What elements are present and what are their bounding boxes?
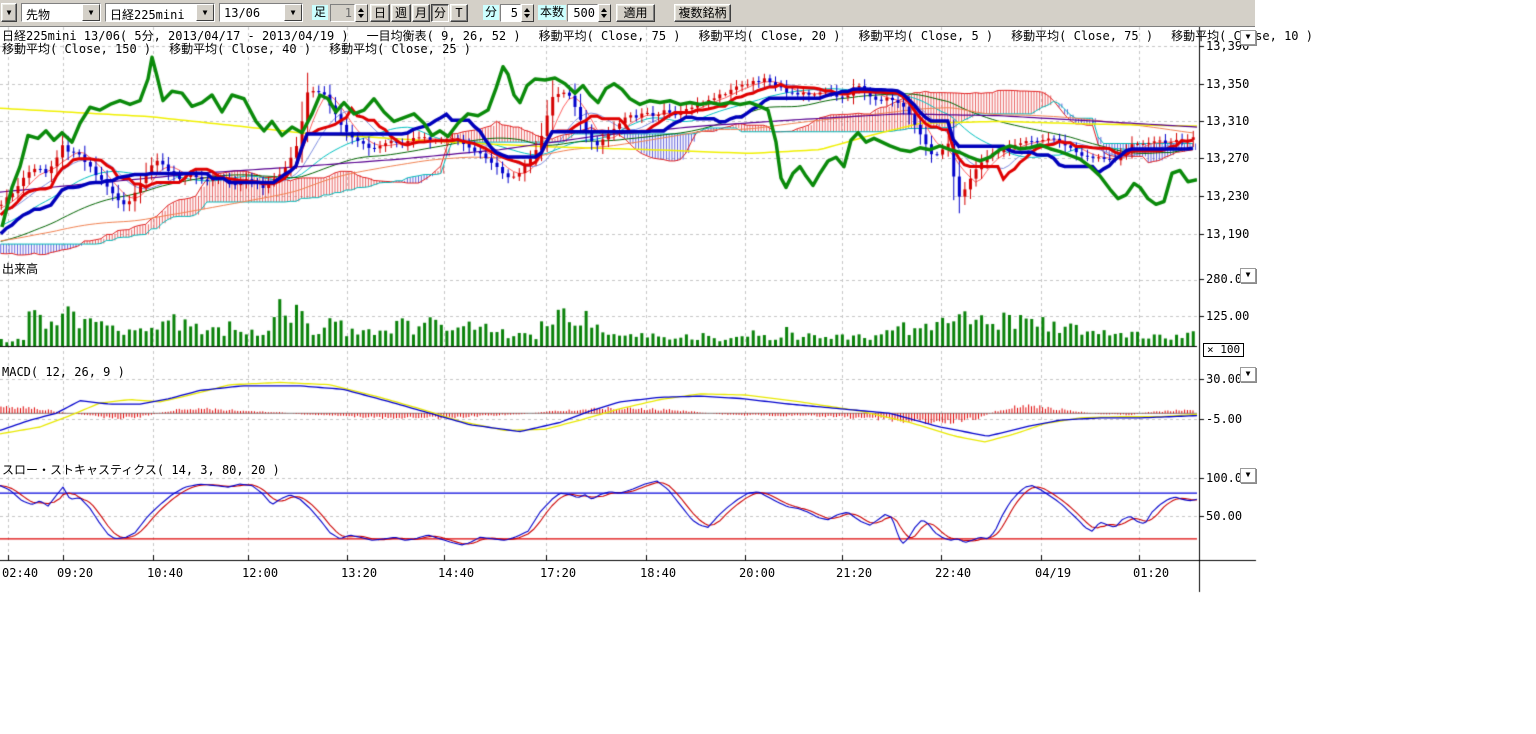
axis-value-label: 50.00 [1206,509,1242,523]
price-pane-menu-button[interactable]: ▼ [1240,30,1256,45]
axis-value-label: 30.00 [1206,372,1242,386]
symbol-combo-value: 日経225mini [106,4,196,21]
period-button-tick[interactable]: T [450,4,468,22]
bar-count-label: 本数 [538,5,566,20]
contract-month-combo[interactable]: 13/06 ▼ [219,3,303,22]
contract-month-combo-value: 13/06 [220,4,284,21]
time-axis-label[interactable]: 12:00 [242,566,278,580]
bar-count-stepper[interactable]: 500 [567,4,611,22]
legend-item: 移動平均( Close, 150 ) [2,42,151,56]
chevron-down-icon[interactable]: ▼ [284,4,302,21]
chevron-down-icon[interactable]: ▼ [82,4,100,21]
volume-pane-title: 出来高 [2,260,38,277]
time-axis-label[interactable]: 10:40 [147,566,183,580]
minute-stepper[interactable]: 5 [500,4,534,22]
spinner-buttons-icon[interactable] [598,4,611,22]
period-button-month[interactable]: 月 [412,4,430,22]
chevron-down-icon[interactable]: ▼ [196,4,214,21]
volume-multiplier-badge: × 100 [1203,343,1244,357]
collapse-dropdown-button[interactable]: ▼ [1,3,17,22]
axis-value-label: 13,350 [1206,77,1249,91]
legend-item: 移動平均( Close, 40 ) [169,42,311,56]
legend-item: 移動平均( Close, 75 ) [1011,29,1153,43]
bar-interval-stepper[interactable]: 1 [330,4,368,22]
legend-item: 移動平均( Close, 5 ) [858,29,993,43]
legend-line-2: 移動平均( Close, 150 ) 移動平均( Close, 40 ) 移動平均(… [2,40,489,57]
time-axis-label[interactable]: 17:20 [540,566,576,580]
time-axis-label[interactable]: 04/19 [1035,566,1071,580]
axis-value-label: 125.00 [1206,309,1249,323]
time-axis-label[interactable]: 18:40 [640,566,676,580]
time-axis-label[interactable]: 22:40 [935,566,971,580]
apply-button[interactable]: 適用 [616,4,655,22]
axis-value-label: 13,310 [1206,114,1249,128]
axis-value-label: 13,230 [1206,189,1249,203]
stochastics-pane-title: スロー・ストキャスティクス( 14, 3, 80, 20 ) [2,461,280,478]
bar-interval-value: 1 [330,4,355,22]
time-axis-label[interactable]: 02:40 [2,566,38,580]
minute-value: 5 [500,4,521,22]
toolbar: ▼ 先物 ▼ 日経225mini ▼ 13/06 ▼ 足 1 日週月分T 分 5… [0,0,1255,27]
symbol-combo[interactable]: 日経225mini ▼ [105,3,215,22]
chart-canvas[interactable] [0,0,1536,734]
macd-pane-menu-button[interactable]: ▼ [1240,367,1256,382]
market-combo[interactable]: 先物 ▼ [21,3,101,22]
time-axis-label[interactable]: 01:20 [1133,566,1169,580]
minute-label: 分 [483,5,499,20]
spinner-buttons-icon[interactable] [521,4,534,22]
time-axis-label[interactable]: 13:20 [341,566,377,580]
chart-application-window: ▼ 先物 ▼ 日経225mini ▼ 13/06 ▼ 足 1 日週月分T 分 5… [0,0,1536,734]
axis-value-label: 13,190 [1206,227,1249,241]
multi-symbol-button[interactable]: 複数銘柄 [674,4,731,22]
time-axis-label[interactable]: 21:20 [836,566,872,580]
time-axis-label[interactable]: 09:20 [57,566,93,580]
time-axis-label[interactable]: 20:00 [739,566,775,580]
volume-pane-menu-button[interactable]: ▼ [1240,268,1256,283]
period-button-minute[interactable]: 分 [431,4,449,22]
bar-count-value: 500 [567,4,598,22]
macd-pane-title: MACD( 12, 26, 9 ) [2,365,125,379]
stoch-pane-menu-button[interactable]: ▼ [1240,468,1256,483]
spinner-buttons-icon[interactable] [355,4,368,22]
period-button-week[interactable]: 週 [391,4,411,22]
market-combo-value: 先物 [22,4,82,21]
bar-type-label: 足 [312,5,328,20]
time-axis-label[interactable]: 14:40 [438,566,474,580]
legend-item: 移動平均( Close, 25 ) [329,42,471,56]
legend-item: 移動平均( Close, 20 ) [699,29,841,43]
axis-value-label: -5.00 [1206,412,1242,426]
period-button-day[interactable]: 日 [370,4,390,22]
legend-item: 移動平均( Close, 75 ) [539,29,681,43]
axis-value-label: 13,270 [1206,151,1249,165]
